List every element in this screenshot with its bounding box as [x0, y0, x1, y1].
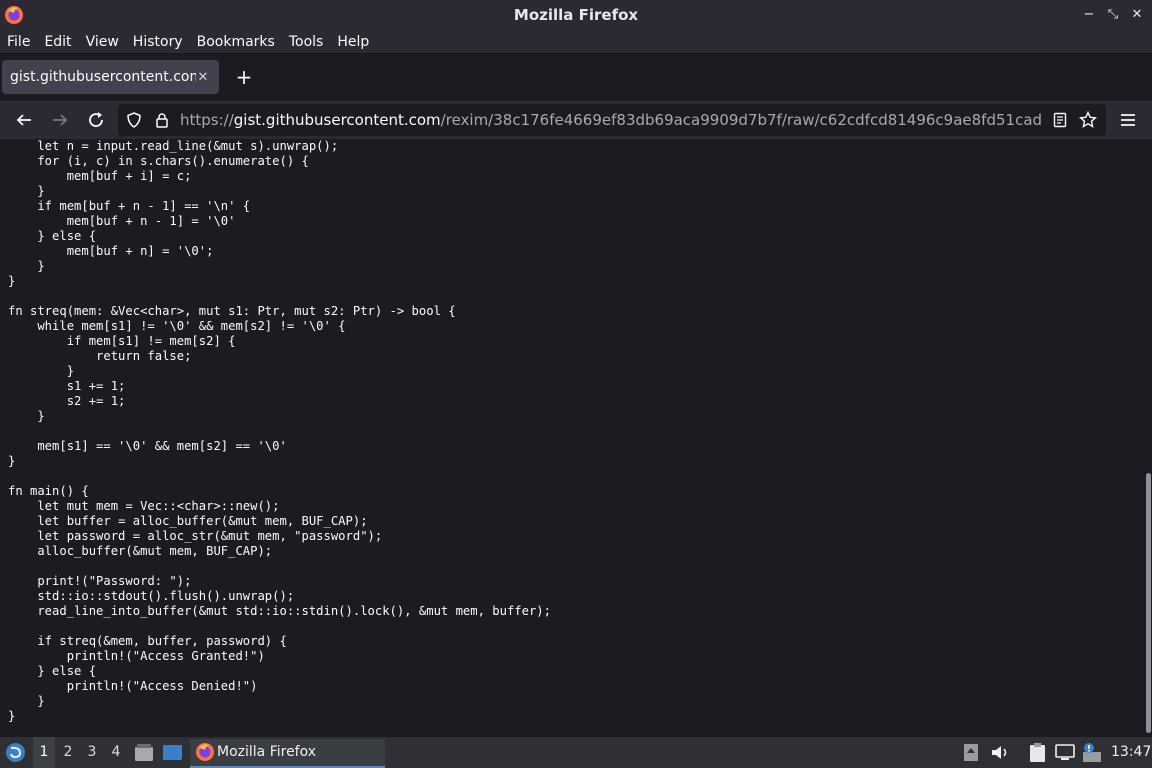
- tab-title: gist.githubusercontent.com/: [10, 69, 196, 85]
- navigation-bar: https://gist.githubusercontent.com/rexim…: [0, 101, 1152, 139]
- taskbar-firefox-label: Mozilla Firefox: [217, 744, 317, 760]
- workspace-2[interactable]: 2: [57, 737, 79, 768]
- network-icon[interactable]: [1055, 743, 1075, 762]
- workspace-3[interactable]: 3: [81, 737, 103, 768]
- start-menu-icon[interactable]: [5, 742, 26, 763]
- hamburger-menu-icon[interactable]: [1117, 109, 1139, 131]
- url-host: gist.githubusercontent.com: [233, 111, 441, 129]
- volume-icon[interactable]: [990, 743, 1010, 762]
- reload-icon[interactable]: [85, 109, 107, 131]
- back-arrow-icon[interactable]: [13, 109, 35, 131]
- workspace-1[interactable]: 1: [33, 737, 55, 768]
- file-manager-icon[interactable]: [134, 743, 154, 762]
- tab-close-icon[interactable]: ✕: [196, 70, 210, 85]
- menu-bookmarks[interactable]: Bookmarks: [190, 34, 282, 50]
- new-tab-button[interactable]: +: [233, 66, 255, 88]
- url-bar[interactable]: https://gist.githubusercontent.com/rexim…: [118, 104, 1106, 136]
- forward-arrow-icon[interactable]: [49, 109, 71, 131]
- notification-icon[interactable]: [1082, 742, 1102, 763]
- window-titlebar[interactable]: Mozilla Firefox − ⤡ ✕: [0, 0, 1152, 31]
- firefox-task-icon: [196, 743, 214, 761]
- url-path: /rexim/38c176fe4669ef83db69aca9909d7b7f/…: [440, 111, 1042, 129]
- bookmark-star-icon[interactable]: [1079, 111, 1097, 129]
- menu-view[interactable]: View: [79, 34, 126, 50]
- minimize-button[interactable]: −: [1082, 5, 1096, 25]
- tray-upload-icon[interactable]: [963, 743, 979, 762]
- vertical-scrollbar[interactable]: [1144, 139, 1152, 737]
- firefox-logo-icon: [5, 6, 23, 24]
- lock-icon[interactable]: [154, 112, 170, 128]
- raw-source-code: let n = input.read_line(&mut s).unwrap()…: [8, 139, 551, 723]
- shield-icon[interactable]: [126, 112, 142, 128]
- url-text[interactable]: https://gist.githubusercontent.com/rexim…: [180, 104, 1042, 136]
- tab-gist[interactable]: gist.githubusercontent.com/ ✕: [2, 60, 219, 94]
- reader-view-icon[interactable]: [1052, 112, 1068, 128]
- taskbar-firefox-button[interactable]: Mozilla Firefox: [190, 739, 385, 768]
- window-title: Mozilla Firefox: [513, 6, 639, 24]
- close-window-button[interactable]: ✕: [1130, 5, 1144, 25]
- menu-edit[interactable]: Edit: [37, 34, 78, 50]
- scrollbar-thumb[interactable]: [1146, 473, 1151, 733]
- menu-tools[interactable]: Tools: [282, 34, 331, 50]
- url-scheme: https://: [180, 111, 234, 129]
- menu-file[interactable]: File: [0, 34, 37, 50]
- taskbar: 1 2 3 4 Mozilla Firefox 13:47: [0, 737, 1152, 768]
- maximize-button[interactable]: ⤡: [1106, 5, 1120, 25]
- menu-bar: File Edit View History Bookmarks Tools H…: [0, 30, 1152, 53]
- screen: Mozilla Firefox − ⤡ ✕ File Edit View His…: [0, 0, 1152, 768]
- menu-history[interactable]: History: [126, 34, 190, 50]
- window-controls: − ⤡ ✕: [1082, 5, 1144, 25]
- clock[interactable]: 13:47: [1111, 737, 1151, 768]
- show-desktop-icon[interactable]: [162, 743, 183, 762]
- clipboard-icon[interactable]: [1028, 742, 1048, 763]
- workspace-4[interactable]: 4: [105, 737, 127, 768]
- menu-help[interactable]: Help: [330, 34, 376, 50]
- page-content[interactable]: let n = input.read_line(&mut s).unwrap()…: [0, 139, 1144, 737]
- tab-strip: gist.githubusercontent.com/ ✕ +: [0, 53, 1152, 101]
